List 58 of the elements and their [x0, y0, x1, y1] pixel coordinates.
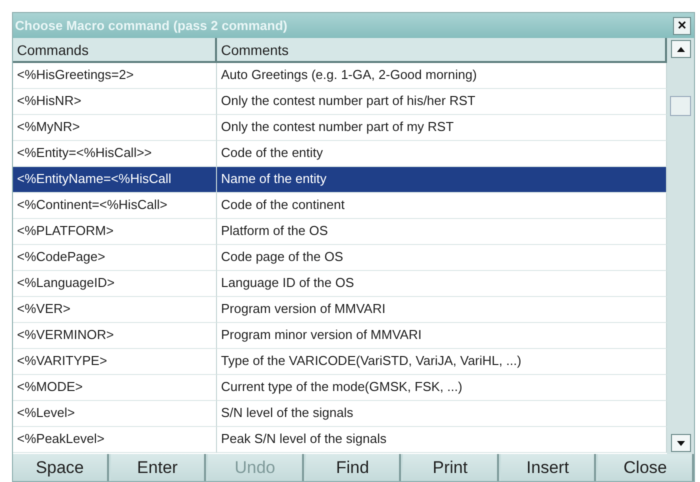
toolbar-button[interactable]: Space [13, 454, 109, 481]
table-row[interactable]: <%HisNR> Only the contest number part of his/her RST [13, 89, 667, 115]
table-cell: Platform of the OS [217, 219, 667, 245]
table-row[interactable]: <%PeakLevel> Peak S/N level of the signals [13, 427, 667, 453]
table-cell: Program minor version of MMVARI [217, 323, 667, 349]
table-cell: <%EntityName=<%HisCall [13, 167, 217, 193]
table-cell: <%LanguageID> [13, 271, 217, 297]
scrollbar[interactable] [667, 38, 694, 454]
table-cell: Code of the continent [217, 193, 667, 219]
table-cell: Current type of the mode(GMSK, FSK, ...) [217, 375, 667, 401]
table-row[interactable]: <%EntityName=<%HisCall Name of the entity [13, 167, 667, 193]
table-row[interactable]: <%PLATFORM> Platform of the OS [13, 219, 667, 245]
table-cell: <%MyNR> [13, 115, 217, 141]
toolbar-button[interactable]: Find [306, 454, 402, 481]
column-header[interactable]: Commands [13, 38, 217, 63]
table-cell: <%MODE> [13, 375, 217, 401]
toolbar-button[interactable]: Close [598, 454, 694, 481]
table-cell: Program version of MMVARI [217, 297, 667, 323]
scroll-thumb[interactable] [670, 96, 691, 116]
window-title: Choose Macro command (pass 2 command) [15, 18, 288, 33]
table-row[interactable]: <%CodePage> Code page of the OS [13, 245, 667, 271]
toolbar-button[interactable]: Insert [500, 454, 596, 481]
table-cell: <%HisNR> [13, 89, 217, 115]
table-cell: <%CodePage> [13, 245, 217, 271]
table-cell: Language ID of the OS [217, 271, 667, 297]
table-cell: <%Level> [13, 401, 217, 427]
table-row[interactable]: <%VERMINOR> Program minor version of MMVARI [13, 323, 667, 349]
table-cell: Type of the VARICODE(VariSTD, VariJA, VariHL, ...) [217, 349, 667, 375]
table-cell: <%Continent=<%HisCall> [13, 193, 217, 219]
table-cell: Auto Greetings (e.g. 1-GA, 2-Good morning) [217, 63, 667, 89]
down-arrow-icon [676, 440, 684, 446]
table-row[interactable]: <%Continent=<%HisCall> Code of the continent [13, 193, 667, 219]
table-row[interactable]: <%VER> Program version of MMVARI [13, 297, 667, 323]
table-cell: <%PeakLevel> [13, 427, 217, 453]
scroll-down-button[interactable] [670, 434, 690, 452]
table-cell: <%PLATFORM> [13, 219, 217, 245]
column-header[interactable]: Comments [217, 38, 667, 63]
table-row[interactable]: <%MyNR> Only the contest number part of my RST [13, 115, 667, 141]
table-cell: Name of the entity [217, 167, 667, 193]
table-row[interactable]: <%VARITYPE> Type of the VARICODE(VariSTD, VariJA, VariHL, ...) [13, 349, 667, 375]
table-row[interactable]: <%Level> S/N level of the signals [13, 401, 667, 427]
table-cell: Only the contest number part of his/her RST [217, 89, 667, 115]
table-cell: Peak S/N level of the signals [217, 427, 667, 453]
table-row[interactable]: <%HisGreetings=2> Auto Greetings (e.g. 1-GA, 2-Good morning) [13, 63, 667, 89]
table-cell: <%VER> [13, 297, 217, 323]
toolbar-button[interactable]: Enter [110, 454, 206, 481]
table-cell: <%VARITYPE> [13, 349, 217, 375]
table-row[interactable]: <%MODE> Current type of the mode(GMSK, FSK, ...) [13, 375, 667, 401]
close-button[interactable]: × [673, 16, 691, 34]
table-cell: Only the contest number part of my RST [217, 115, 667, 141]
table-cell: <%VERMINOR> [13, 323, 217, 349]
scroll-up-button[interactable] [670, 40, 690, 58]
table-cell: S/N level of the signals [217, 401, 667, 427]
table-cell: <%HisGreetings=2> [13, 63, 217, 89]
up-arrow-icon [676, 46, 684, 52]
table-row[interactable]: <%LanguageID> Language ID of the OS [13, 271, 667, 297]
table-cell: Code page of the OS [217, 245, 667, 271]
toolbar-button[interactable]: Print [403, 454, 499, 481]
